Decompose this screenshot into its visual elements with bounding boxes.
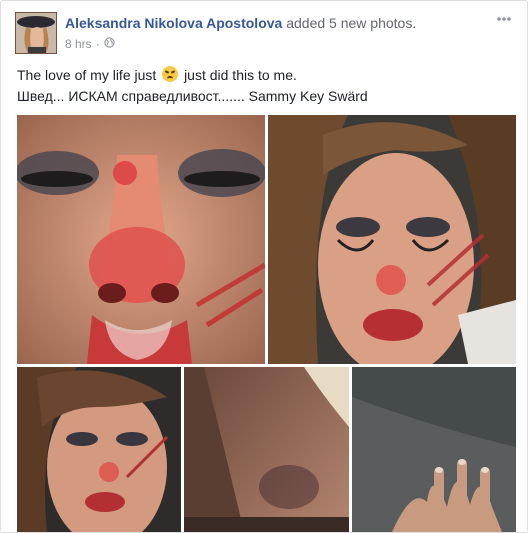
post-timestamp[interactable]: 8 hrs [65,37,92,51]
post-text-line-2: Швед... ИСКАМ справедливост....... Sammy… [17,88,368,104]
more-options-icon[interactable] [495,12,513,28]
post-card: Aleksandra Nikolova Apostolova added 5 n… [0,0,528,533]
photo-5[interactable] [352,367,516,532]
photo-3[interactable] [17,367,181,532]
post-meta: 8 hrs · [65,37,115,51]
post-title-line: Aleksandra Nikolova Apostolova added 5 n… [65,15,416,31]
post-header: Aleksandra Nikolova Apostolova added 5 n… [15,10,517,56]
photo-4[interactable] [184,367,349,532]
globe-icon[interactable] [104,37,115,51]
post-action-text: added 5 new photos. [286,15,417,31]
photo-1[interactable] [17,115,265,364]
photo-2[interactable] [268,115,516,364]
post-text-line-1: The love of my life just just did this t… [17,65,368,86]
crying-face-emoji-icon [162,66,179,82]
separator-dot: · [95,37,100,51]
post-text-part: The love of my life just [17,67,157,83]
avatar[interactable] [15,12,57,54]
author-name-link[interactable]: Aleksandra Nikolova Apostolova [65,15,282,31]
post-text-part: just did this to me. [184,67,297,83]
post-body: The love of my life just just did this t… [17,65,368,107]
